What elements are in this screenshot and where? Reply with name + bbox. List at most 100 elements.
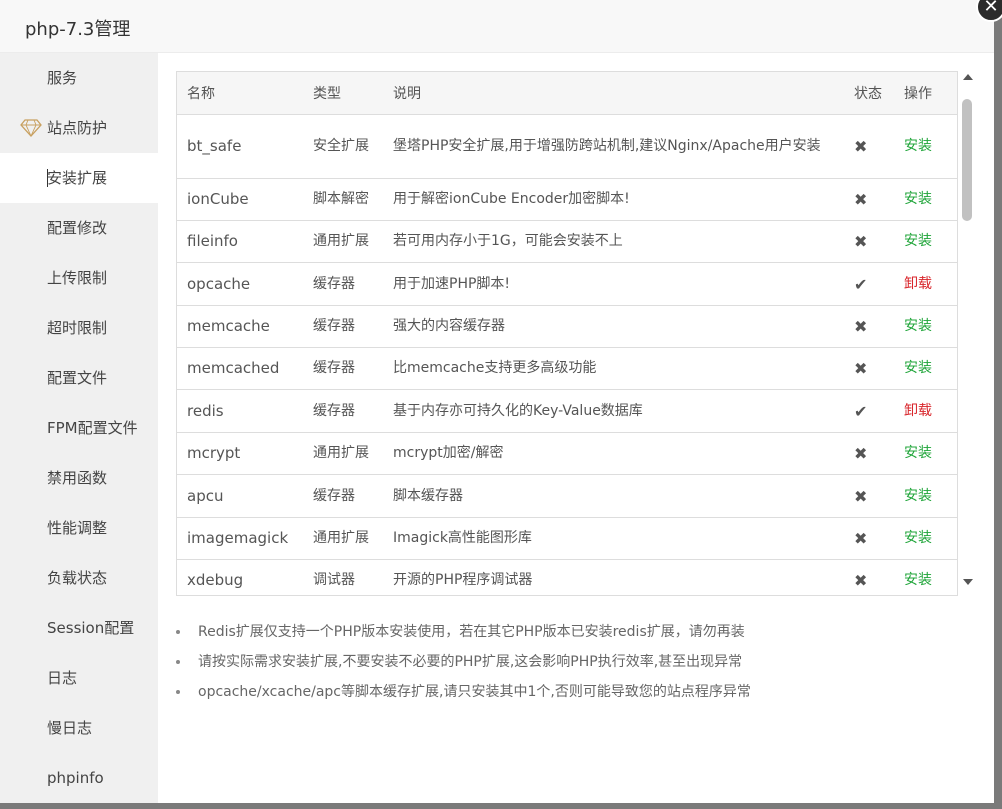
- cell-name: redis: [177, 389, 303, 433]
- cell-type: 安全扩展: [303, 114, 383, 179]
- cell-desc: 基于内存亦可持久化的Key-Value数据库: [383, 389, 844, 433]
- sidebar-item-timeout-limit[interactable]: 超时限制: [0, 303, 158, 353]
- cell-desc: 脚本缓存器: [383, 474, 844, 518]
- status-icon: ✖: [844, 474, 894, 518]
- sidebar-item-site-protection[interactable]: 站点防护: [0, 103, 158, 153]
- cell-desc: 比memcache支持更多高级功能: [383, 347, 844, 390]
- sidebar-item-label: 禁用函数: [47, 469, 108, 487]
- cell-type: 缓存器: [303, 389, 383, 433]
- cell-type: 脚本解密: [303, 178, 383, 221]
- sidebar-item-label: 安装扩展: [47, 169, 108, 187]
- cell-type: 通用扩展: [303, 517, 383, 560]
- uninstall-button[interactable]: 卸载: [904, 276, 932, 292]
- sidebar-item-label: phpinfo: [47, 769, 104, 787]
- scrollbar-thumb[interactable]: [962, 99, 972, 221]
- table-row: mcrypt 通用扩展 mcrypt加密/解密 ✖ 安装: [177, 432, 957, 475]
- sidebar-item-config-file[interactable]: 配置文件: [0, 353, 158, 403]
- dialog-title: php-7.3管理: [25, 19, 131, 40]
- cell-name: bt_safe: [177, 114, 303, 179]
- install-button[interactable]: 安装: [904, 572, 932, 588]
- sidebar: 服务 站点防护 安装扩展 配置修改 上传限制 超时限制 配置文件 FPM配置文件…: [0, 53, 158, 803]
- install-button[interactable]: 安装: [904, 445, 932, 461]
- cell-desc: 堡塔PHP安全扩展,用于增强防跨站机制,建议Nginx/Apache用户安装: [383, 114, 844, 179]
- cell-desc: mcrypt加密/解密: [383, 432, 844, 475]
- uninstall-button[interactable]: 卸载: [904, 403, 932, 419]
- sidebar-item-disabled-functions[interactable]: 禁用函数: [0, 453, 158, 503]
- table-row: opcache 缓存器 用于加速PHP脚本! ✔ 卸载: [177, 262, 957, 306]
- header-desc: 说明: [383, 72, 844, 115]
- sidebar-item-performance-tuning[interactable]: 性能调整: [0, 503, 158, 553]
- sidebar-item-service[interactable]: 服务: [0, 53, 158, 103]
- note-item: Redis扩展仅支持一个PHP版本安装使用，若在其它PHP版本已安装redis扩…: [176, 617, 751, 647]
- cell-desc: 用于解密ionCube Encoder加密脚本!: [383, 178, 844, 221]
- scroll-down-arrow-icon[interactable]: [963, 579, 973, 585]
- status-icon: ✖: [844, 114, 894, 179]
- cell-type: 缓存器: [303, 474, 383, 518]
- header-name: 名称: [177, 72, 303, 115]
- extensions-table: 名称 类型 说明 状态 操作 bt_safe 安全扩展 堡塔PHP安全扩展,用于…: [177, 72, 957, 595]
- cell-name: opcache: [177, 262, 303, 306]
- table-row: apcu 缓存器 脚本缓存器 ✖ 安装: [177, 474, 957, 518]
- cell-type: 缓存器: [303, 262, 383, 306]
- cell-name: apcu: [177, 474, 303, 518]
- header-action: 操作: [894, 72, 957, 115]
- scroll-up-arrow-icon[interactable]: [963, 74, 973, 80]
- install-button[interactable]: 安装: [904, 233, 932, 249]
- diamond-icon: [20, 119, 42, 137]
- table-row: fileinfo 通用扩展 若可用内存小于1G，可能会安装不上 ✖ 安装: [177, 220, 957, 263]
- cell-name: ionCube: [177, 178, 303, 221]
- table-row: xdebug 调试器 开源的PHP程序调试器 ✖ 安装: [177, 559, 957, 595]
- sidebar-item-label: 日志: [47, 669, 78, 687]
- sidebar-item-config-modify[interactable]: 配置修改: [0, 203, 158, 253]
- sidebar-item-install-extensions[interactable]: 安装扩展: [0, 153, 158, 203]
- cell-type: 通用扩展: [303, 432, 383, 475]
- cell-type: 缓存器: [303, 305, 383, 348]
- header-type: 类型: [303, 72, 383, 115]
- cell-type: 缓存器: [303, 347, 383, 390]
- status-icon: ✖: [844, 347, 894, 390]
- cell-desc: 强大的内容缓存器: [383, 305, 844, 348]
- sidebar-item-label: 配置修改: [47, 219, 108, 237]
- sidebar-item-log[interactable]: 日志: [0, 653, 158, 703]
- note-item: 请按实际需求安装扩展,不要安装不必要的PHP扩展,这会影响PHP执行效率,甚至出…: [176, 647, 751, 677]
- cell-desc: 用于加速PHP脚本!: [383, 262, 844, 306]
- install-button[interactable]: 安装: [904, 138, 932, 154]
- php-manager-dialog: php-7.3管理 服务 站点防护 安装扩展 配置修改 上传限制 超时限制 配置…: [0, 0, 994, 803]
- note-item: opcache/xcache/apc等脚本缓存扩展,请只安装其中1个,否则可能导…: [176, 677, 751, 707]
- status-icon: ✔: [844, 389, 894, 433]
- sidebar-item-load-status[interactable]: 负载状态: [0, 553, 158, 603]
- install-button[interactable]: 安装: [904, 360, 932, 376]
- install-button[interactable]: 安装: [904, 488, 932, 504]
- sidebar-item-label: 上传限制: [47, 269, 108, 287]
- sidebar-item-upload-limit[interactable]: 上传限制: [0, 253, 158, 303]
- status-icon: ✖: [844, 432, 894, 475]
- cell-type: 通用扩展: [303, 220, 383, 263]
- install-button[interactable]: 安装: [904, 318, 932, 334]
- sidebar-item-label: 超时限制: [47, 319, 108, 337]
- sidebar-item-phpinfo[interactable]: phpinfo: [0, 753, 158, 803]
- cell-name: mcrypt: [177, 432, 303, 475]
- install-button[interactable]: 安装: [904, 530, 932, 546]
- table-row: ionCube 脚本解密 用于解密ionCube Encoder加密脚本! ✖ …: [177, 178, 957, 221]
- cell-name: memcached: [177, 347, 303, 390]
- install-button[interactable]: 安装: [904, 191, 932, 207]
- sidebar-item-slow-log[interactable]: 慢日志: [0, 703, 158, 753]
- sidebar-item-fpm-config-file[interactable]: FPM配置文件: [0, 403, 158, 453]
- cell-name: memcache: [177, 305, 303, 348]
- cell-name: xdebug: [177, 559, 303, 595]
- sidebar-item-label: 配置文件: [47, 369, 108, 387]
- cell-name: imagemagick: [177, 517, 303, 560]
- status-icon: ✔: [844, 262, 894, 306]
- cell-type: 调试器: [303, 559, 383, 595]
- sidebar-item-label: 站点防护: [47, 119, 108, 137]
- extensions-table-container: 名称 类型 说明 状态 操作 bt_safe 安全扩展 堡塔PHP安全扩展,用于…: [176, 71, 958, 596]
- main-panel: 名称 类型 说明 状态 操作 bt_safe 安全扩展 堡塔PHP安全扩展,用于…: [158, 53, 994, 803]
- status-icon: ✖: [844, 305, 894, 348]
- cell-desc: Imagick高性能图形库: [383, 517, 844, 560]
- sidebar-item-session-config[interactable]: Session配置: [0, 603, 158, 653]
- cell-desc: 开源的PHP程序调试器: [383, 559, 844, 595]
- table-row: redis 缓存器 基于内存亦可持久化的Key-Value数据库 ✔ 卸载: [177, 389, 957, 433]
- table-scrollbar[interactable]: [959, 71, 976, 594]
- table-row: memcache 缓存器 强大的内容缓存器 ✖ 安装: [177, 305, 957, 348]
- cell-name: fileinfo: [177, 220, 303, 263]
